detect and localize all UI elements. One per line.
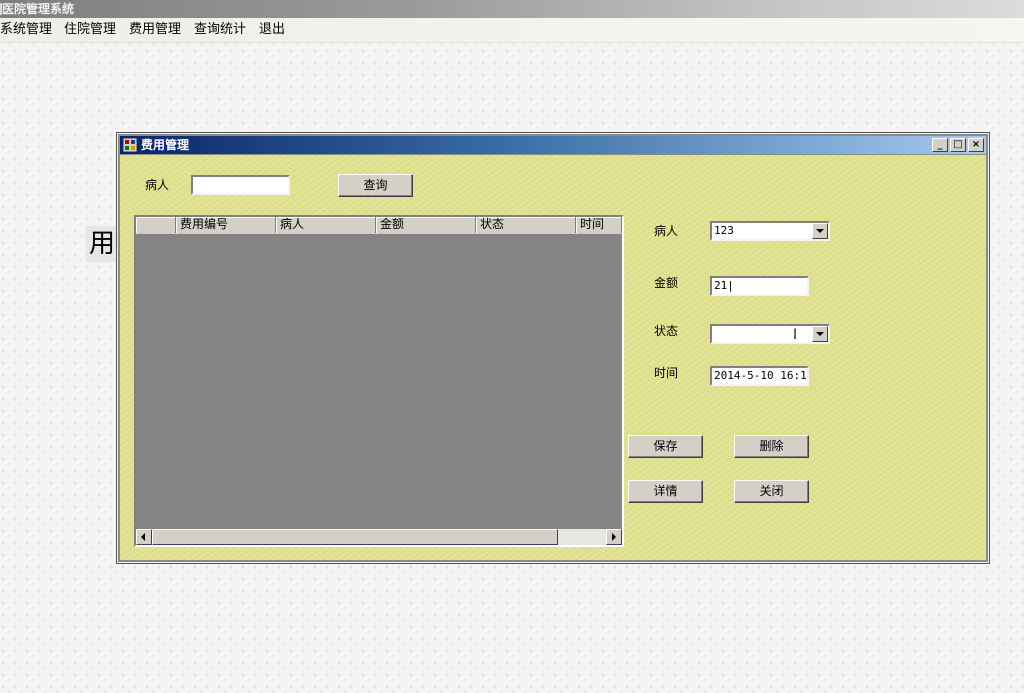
- window-title: 费用管理: [141, 138, 190, 152]
- scroll-right-arrow-icon[interactable]: [606, 529, 622, 545]
- minimize-button[interactable]: _: [932, 138, 948, 152]
- menu-fee-management[interactable]: 费用管理: [129, 22, 181, 38]
- patient-combobox[interactable]: 123: [710, 221, 830, 241]
- amount-label: 金额: [654, 276, 679, 290]
- grid-horizontal-scrollbar[interactable]: [136, 529, 622, 545]
- text-cursor-icon: I: [793, 327, 798, 343]
- chevron-down-icon[interactable]: [812, 223, 828, 239]
- fee-management-window: 费用管理 _ □ × 病人 查询 费用编号 病人 金额 状态 时间 病人 123…: [116, 132, 990, 564]
- query-button[interactable]: 查询: [338, 174, 413, 197]
- time-label: 时间: [654, 366, 679, 380]
- column-status[interactable]: 状态: [476, 217, 576, 233]
- menu-inpatient-management[interactable]: 住院管理: [64, 22, 116, 38]
- form-client-area: 病人 查询 费用编号 病人 金额 状态 时间 病人 123 金额 21| 状态 …: [120, 155, 986, 560]
- fee-data-grid[interactable]: 费用编号 病人 金额 状态 时间: [134, 215, 624, 547]
- delete-button[interactable]: 删除: [734, 435, 809, 458]
- scroll-left-arrow-icon[interactable]: [136, 529, 152, 545]
- app-titlebar: 医院管理系统: [0, 0, 1024, 18]
- column-fee-id[interactable]: 费用编号: [176, 217, 276, 233]
- maximize-button[interactable]: □: [950, 138, 966, 152]
- grid-row-header-corner: [136, 217, 176, 233]
- save-button[interactable]: 保存: [628, 435, 703, 458]
- form-icon: [123, 138, 137, 152]
- patient-combobox-value: 123: [714, 224, 734, 237]
- menu-system-management[interactable]: 系统管理: [0, 22, 52, 38]
- patient-label: 病人: [654, 224, 679, 238]
- background-partial-text: 用: [86, 226, 118, 262]
- menu-query-statistics[interactable]: 查询统计: [194, 22, 246, 38]
- chevron-down-icon[interactable]: [812, 326, 828, 342]
- status-combobox[interactable]: [710, 324, 830, 344]
- close-window-button[interactable]: ×: [968, 138, 984, 152]
- details-button[interactable]: 详情: [628, 480, 703, 503]
- close-button[interactable]: 关闭: [734, 480, 809, 503]
- menubar: 系统管理 住院管理 费用管理 查询统计 退出: [0, 18, 1024, 43]
- search-patient-label: 病人: [145, 178, 170, 192]
- column-patient[interactable]: 病人: [276, 217, 376, 233]
- column-time[interactable]: 时间: [576, 217, 622, 233]
- grid-header: 费用编号 病人 金额 状态 时间: [136, 217, 622, 235]
- amount-input[interactable]: 21|: [710, 276, 809, 296]
- column-amount[interactable]: 金额: [376, 217, 476, 233]
- scrollbar-thumb[interactable]: [152, 529, 558, 545]
- search-patient-input[interactable]: [191, 175, 290, 195]
- menu-exit[interactable]: 退出: [259, 22, 285, 38]
- time-picker[interactable]: 2014-5-10 16:17:: [710, 366, 809, 386]
- status-label: 状态: [654, 324, 679, 338]
- app-title: 医院管理系统: [2, 2, 75, 16]
- window-titlebar[interactable]: 费用管理 _ □ ×: [120, 136, 986, 154]
